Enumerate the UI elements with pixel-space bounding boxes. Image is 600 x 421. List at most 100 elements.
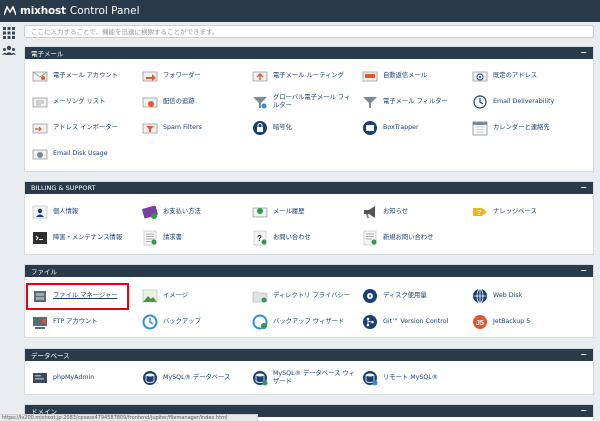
global-filter-icon: [251, 93, 269, 111]
item-file-manager[interactable]: ファイル マネージャー: [31, 285, 139, 307]
knowledge-base-icon: ?: [471, 203, 489, 221]
item-ftp-accounts[interactable]: FTP アカウント: [31, 311, 139, 333]
item-email-accounts[interactable]: 電子メール アカウント: [31, 65, 139, 87]
item-autoresponders[interactable]: 自動返信メール: [361, 65, 469, 87]
contact-icon: ?: [251, 229, 269, 247]
item-email-filters[interactable]: 電子メール フィルター: [361, 91, 469, 113]
item-label: 新規お問い合わせ: [383, 234, 434, 241]
calendar-icon: [471, 119, 489, 137]
item-knowledge-base[interactable]: ? ナレッジベース: [471, 201, 579, 223]
item-label: Web Disk: [493, 292, 523, 299]
grid-menu-icon[interactable]: [2, 26, 16, 40]
item-phpmyadmin[interactable]: phpMyAdmin: [31, 367, 139, 389]
item-label: MySQL® データベース: [163, 374, 231, 381]
users-icon[interactable]: [2, 44, 16, 58]
item-default-address[interactable]: 既定のアドレス: [471, 65, 579, 87]
section-title: ファイル: [31, 268, 57, 276]
item-label: バックアップ ウィザード: [273, 318, 345, 325]
brand-name[interactable]: mixhost: [20, 5, 66, 17]
item-directory-privacy[interactable]: ディレクトリ プライバシー: [251, 285, 359, 307]
item-label: phpMyAdmin: [53, 374, 95, 381]
item-label: メール履歴: [273, 208, 305, 215]
item-label: ディスク使用量: [383, 292, 427, 299]
item-label: アドレス インポーター: [53, 124, 118, 131]
item-maintenance-info[interactable]: 障害・メンテナンス情報: [31, 227, 139, 249]
item-label: ファイル マネージャー: [53, 292, 118, 299]
section-title: 電子メール: [31, 50, 64, 58]
item-email-history[interactable]: メール履歴: [251, 201, 359, 223]
routing-icon: [251, 67, 269, 85]
item-label: BoxTrapper: [383, 124, 419, 131]
envelope-person-icon: [31, 67, 49, 85]
phpmyadmin-icon: [31, 369, 49, 387]
filter-icon: [361, 93, 379, 111]
item-label: ディレクトリ プライバシー: [273, 292, 350, 299]
item-forwarders[interactable]: フォワーダー: [141, 65, 249, 87]
at-sign-icon: [471, 67, 489, 85]
email-history-icon: [251, 203, 269, 221]
item-invoices[interactable]: 請求書: [141, 227, 249, 249]
item-label: Spam Filters: [163, 124, 202, 131]
personal-info-icon: [31, 203, 49, 221]
item-email-deliverability[interactable]: Email Deliverability: [471, 91, 579, 113]
section-email: 電子メール − 電子メール アカウント フォワーダー 電子メール ルーティング …: [24, 46, 594, 172]
item-label: バックアップ: [163, 318, 201, 325]
item-mysql-wizard[interactable]: MySQL® データベース ウィザード: [251, 367, 359, 389]
item-label: お支払い方法: [163, 208, 201, 215]
item-label: 請求書: [163, 234, 182, 241]
collapse-icon[interactable]: −: [580, 266, 587, 275]
section-header[interactable]: 電子メール −: [25, 47, 593, 59]
item-remote-mysql[interactable]: リモート MySQL®: [361, 367, 469, 389]
directory-privacy-icon: [251, 287, 269, 305]
svg-text:?: ?: [257, 234, 262, 243]
collapse-icon[interactable]: −: [580, 183, 587, 192]
item-label: お知らせ: [383, 208, 409, 215]
item-calendars-contacts[interactable]: カレンダーと連絡先: [471, 117, 579, 139]
mixhost-logo-icon[interactable]: [3, 5, 17, 16]
autoresponder-icon: [361, 67, 379, 85]
item-spam-filters[interactable]: Spam Filters: [141, 117, 249, 139]
item-label: FTP アカウント: [53, 318, 98, 325]
section-header[interactable]: データベース −: [25, 349, 593, 361]
item-label: 自動返信メール: [383, 72, 428, 79]
item-address-importer[interactable]: アドレス インポーター: [31, 117, 139, 139]
collapse-icon[interactable]: −: [580, 48, 587, 57]
item-new-ticket[interactable]: 新規お問い合わせ: [361, 227, 469, 249]
importer-icon: [31, 119, 49, 137]
item-boxtrapper[interactable]: BoxTrapper: [361, 117, 469, 139]
item-label: Git™ Version Control: [383, 318, 449, 325]
item-images[interactable]: イメージ: [141, 285, 249, 307]
item-track-delivery[interactable]: 配信の追跡: [141, 91, 249, 113]
item-email-routing[interactable]: 電子メール ルーティング: [251, 65, 359, 87]
item-mysql-databases[interactable]: MySQL® データベース: [141, 367, 249, 389]
mysql-wizard-icon: [251, 369, 269, 387]
item-label: イメージ: [163, 292, 189, 299]
item-label: ナレッジベース: [493, 208, 537, 215]
item-mailing-lists[interactable]: メーリング リスト: [31, 91, 139, 113]
item-contact[interactable]: ? お問い合わせ: [251, 227, 359, 249]
item-web-disk[interactable]: Web Disk: [471, 285, 579, 307]
collapse-icon[interactable]: −: [580, 406, 587, 415]
item-backup-wizard[interactable]: バックアップ ウィザード: [251, 311, 359, 333]
item-personal-info[interactable]: 個人情報: [31, 201, 139, 223]
ftp-icon: [31, 313, 49, 331]
section-header[interactable]: BILLING & SUPPORT −: [25, 182, 593, 194]
section-header[interactable]: ファイル −: [25, 265, 593, 277]
item-announcements[interactable]: お知らせ: [361, 201, 469, 223]
section-files: ファイル − ファイル マネージャー イメージ ディレクトリ プライバシー ディ…: [24, 264, 594, 338]
boxtrapper-icon: [361, 119, 379, 137]
item-global-email-filters[interactable]: グローバル電子メール フィルター: [251, 91, 359, 113]
item-label: 配信の追跡: [163, 98, 195, 105]
item-jetbackup[interactable]: J5 JetBackup 5: [471, 311, 579, 333]
item-encryption[interactable]: 暗号化: [251, 117, 359, 139]
collapse-icon[interactable]: −: [580, 350, 587, 359]
item-label: Email Deliverability: [493, 98, 555, 105]
search-input[interactable]: [24, 25, 594, 38]
payment-icon: [141, 203, 159, 221]
item-payment-methods[interactable]: お支払い方法: [141, 201, 249, 223]
item-git-version-control[interactable]: Git™ Version Control: [361, 311, 469, 333]
item-backup[interactable]: バックアップ: [141, 311, 249, 333]
item-label: お問い合わせ: [273, 234, 311, 241]
item-email-disk-usage[interactable]: Email Disk Usage: [31, 143, 139, 165]
item-disk-usage[interactable]: ディスク使用量: [361, 285, 469, 307]
